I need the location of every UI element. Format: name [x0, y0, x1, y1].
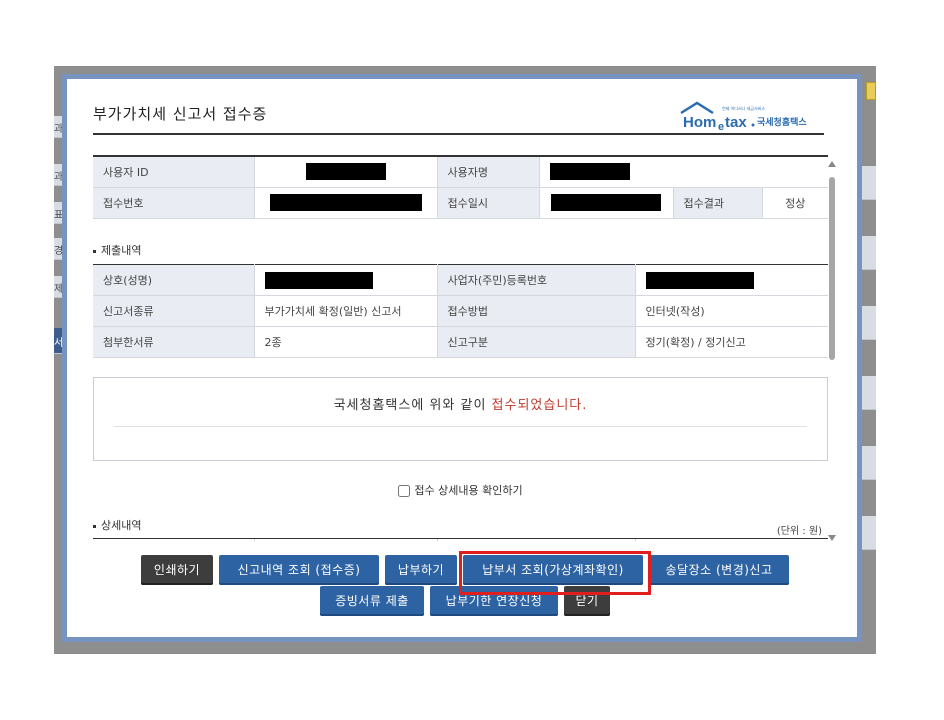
scroll-down-icon[interactable]	[828, 535, 836, 541]
receipt-no-value	[254, 187, 438, 219]
modal-title: 부가가치세 신고서 접수증	[93, 105, 268, 123]
bg-right-block	[862, 376, 876, 410]
report-category-label: 신고구분	[437, 326, 636, 358]
user-name-value	[539, 156, 828, 188]
details-col-divider	[437, 539, 438, 541]
report-category-value: 정기(확정) / 정기신고	[635, 326, 828, 358]
modal-body: 부가가치세 신고서 접수증 Hom e tax 언제 어디서나 세금서비스 국세…	[67, 79, 857, 637]
bullet-icon	[93, 524, 96, 528]
bg-right-block	[862, 306, 876, 340]
user-name-label: 사용자명	[437, 156, 540, 188]
table-row: 첨부한서류 2종 신고구분 정기(확정) / 정기신고	[93, 326, 828, 358]
evidence-submit-button[interactable]: 증빙서류 제출	[320, 586, 424, 616]
bg-yellow-button	[866, 82, 876, 100]
attached-value: 2종	[254, 326, 438, 358]
redacted-block	[305, 163, 386, 181]
receipt-info-table: 사용자 ID 사용자명 접수번호 접수일시 접수결과 정상	[93, 155, 828, 219]
highlight-box	[459, 551, 651, 595]
scroll-up-icon[interactable]	[828, 161, 836, 167]
receipt-datetime-value	[539, 187, 674, 219]
details-table-top	[93, 538, 828, 539]
svg-text:국세청홈택스: 국세청홈택스	[757, 116, 807, 128]
submission-section-title: 제출내역	[93, 242, 141, 258]
table-row: 신고서종류 부가가치세 확정(일반) 신고서 접수방법 인터넷(작성)	[93, 295, 828, 327]
submission-table: 상호(성명) 사업자(주민)등록번호 신고서종류 부가가치세 확정(일반) 신고…	[93, 264, 828, 358]
receipt-method-value: 인터넷(작성)	[635, 295, 828, 327]
unit-label: (단위 : 원)	[776, 526, 822, 537]
table-row: 상호(성명) 사업자(주민)등록번호	[93, 264, 828, 296]
user-id-label: 사용자 ID	[93, 156, 255, 188]
bg-right-block	[862, 446, 876, 480]
receipt-no-label: 접수번호	[93, 187, 255, 219]
company-value	[254, 264, 438, 296]
bg-right-block	[862, 516, 876, 550]
confirm-detail-row: 접수 상세내용 확인하기	[93, 482, 828, 498]
bg-right-block	[862, 236, 876, 270]
confirm-detail-label[interactable]: 접수 상세내용 확인하기	[414, 484, 522, 497]
pay-button[interactable]: 납부하기	[385, 555, 457, 585]
details-col-divider	[635, 539, 636, 541]
receipt-result-label: 접수결과	[673, 187, 763, 219]
vertical-scrollbar[interactable]	[827, 155, 837, 541]
print-button[interactable]: 인쇄하기	[141, 555, 213, 585]
receipt-result-value: 정상	[762, 187, 828, 219]
table-row: 접수번호 접수일시 접수결과 정상	[93, 187, 828, 219]
hometax-logo: Hom e tax 언제 어디서나 세금서비스 국세청홈택스	[679, 101, 824, 133]
scroll-thumb[interactable]	[829, 177, 835, 360]
user-id-value	[254, 156, 438, 188]
svg-text:언제 어디서나 세금서비스: 언제 어디서나 세금서비스	[722, 105, 765, 111]
report-type-label: 신고서종류	[93, 295, 255, 327]
svg-text:e: e	[718, 121, 724, 131]
reg-no-label: 사업자(주민)등록번호	[437, 264, 636, 296]
svg-text:Hom: Hom	[683, 114, 716, 131]
bg-right-block	[862, 166, 876, 200]
svg-text:tax: tax	[725, 114, 747, 131]
bullet-icon	[93, 249, 96, 253]
redacted-block	[551, 194, 661, 211]
receipt-method-label: 접수방법	[437, 295, 636, 327]
redacted-block	[269, 194, 422, 211]
delivery-place-button[interactable]: 송달장소 (변경)신고	[649, 555, 789, 585]
redacted-block	[264, 271, 373, 289]
report-type-value: 부가가치세 확정(일반) 신고서	[254, 295, 438, 327]
attached-label: 첨부한서류	[93, 326, 255, 358]
notice-divider	[114, 426, 807, 427]
receipt-scroll-area: 사용자 ID 사용자명 접수번호 접수일시 접수결과 정상 제출내역 상호(성명…	[93, 155, 828, 541]
details-col-divider	[254, 539, 255, 541]
report-lookup-button[interactable]: 신고내역 조회 (접수증)	[219, 555, 379, 585]
redacted-block	[549, 163, 630, 181]
house-icon: Hom e tax 언제 어디서나 세금서비스 국세청홈택스	[680, 101, 807, 133]
details-section-title: 상세내역	[93, 517, 141, 533]
receipt-datetime-label: 접수일시	[437, 187, 540, 219]
reg-no-value	[635, 264, 828, 296]
notice-text: 국세청홈택스에 위와 같이 접수되었습니다.	[333, 398, 588, 413]
company-label: 상호(성명)	[93, 264, 255, 296]
notice-box: 국세청홈택스에 위와 같이 접수되었습니다.	[93, 377, 828, 461]
title-divider	[93, 133, 824, 135]
redacted-block	[645, 271, 754, 289]
confirm-detail-checkbox[interactable]	[398, 485, 411, 497]
table-row: 사용자 ID 사용자명	[93, 156, 828, 188]
receipt-modal: 부가가치세 신고서 접수증 Hom e tax 언제 어디서나 세금서비스 국세…	[62, 74, 862, 642]
